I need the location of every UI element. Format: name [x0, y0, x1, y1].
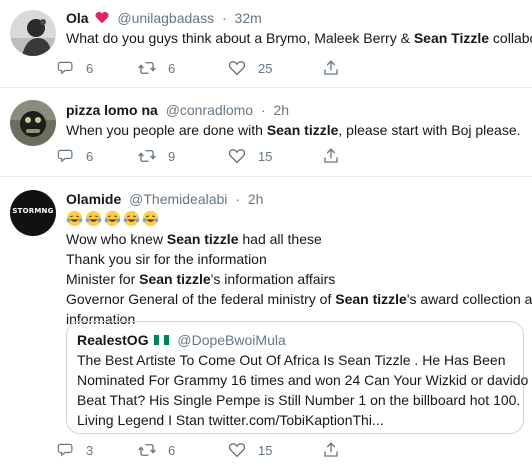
display-name[interactable]: Ola	[66, 10, 89, 26]
retweet-button[interactable]: 9	[138, 146, 175, 166]
like-count: 15	[258, 442, 273, 458]
tweet-2[interactable]: pizza lomo na @conradlomo · 2h When you …	[0, 88, 532, 177]
laughing-tears-emoji-icon	[123, 210, 140, 227]
share-icon	[324, 60, 338, 75]
text-segment: Minister for	[66, 271, 140, 287]
avatar[interactable]	[10, 10, 56, 56]
tweet-1[interactable]: Ola @unilagbadass · 32m What do you guys…	[0, 0, 532, 88]
text-line: Minister for Sean tizzle's information a…	[66, 269, 522, 289]
highlighted-keyword: Sean Tizzle	[413, 30, 490, 46]
quoted-tweet-text: The Best Artiste To Come Out Of Africa I…	[77, 350, 529, 430]
share-button[interactable]	[322, 440, 340, 460]
retweet-button[interactable]: 6	[138, 58, 175, 78]
reply-count: 3	[86, 442, 94, 458]
like-button[interactable]: 15	[228, 440, 272, 460]
avatar[interactable]	[10, 100, 56, 146]
highlighted-keyword: Sean tizzle	[335, 291, 407, 307]
separator: ·	[235, 191, 240, 207]
quoted-display-name: RealestOG	[77, 332, 149, 348]
tweet-text: What do you guys think about a Brymo, Ma…	[66, 28, 532, 48]
laughing-tears-emoji-icon	[66, 210, 83, 227]
retweet-count: 9	[168, 148, 176, 164]
text-segment: When you people are done with	[66, 122, 267, 138]
like-count: 25	[258, 60, 273, 76]
retweet-icon	[138, 150, 156, 162]
reply-icon	[57, 149, 73, 163]
laughing-tears-emoji-icon	[104, 210, 121, 227]
reply-count: 6	[86, 60, 94, 76]
text-line: Thank you sir for the information	[66, 249, 522, 269]
reply-button[interactable]: 3	[56, 440, 93, 460]
text-segment: , please start with Boj please.	[338, 122, 521, 138]
avatar-logo-text: STORMNG	[12, 207, 54, 215]
display-name[interactable]: Olamide	[66, 191, 121, 207]
retweet-count: 6	[168, 60, 176, 76]
emoji-row	[66, 209, 522, 229]
like-button[interactable]: 25	[228, 58, 272, 78]
heart-icon	[228, 443, 246, 458]
quoted-tweet[interactable]: RealestOG @DopeBwoiMula The Best Artiste…	[66, 321, 529, 434]
quoted-user-handle: @DopeBwoiMula	[177, 332, 286, 348]
highlighted-keyword: Sean tizzle	[166, 231, 239, 247]
reply-icon	[57, 61, 73, 75]
share-button[interactable]	[322, 58, 340, 78]
user-handle[interactable]: @unilagbadass	[117, 10, 214, 26]
quoted-tweet-header: RealestOG @DopeBwoiMula	[77, 330, 513, 350]
timeline: Ola @unilagbadass · 32m What do you guys…	[0, 0, 532, 469]
laughing-tears-emoji-icon	[85, 210, 102, 227]
timestamp[interactable]: 2h	[274, 102, 290, 118]
user-handle[interactable]: @Themidealabi	[129, 191, 227, 207]
text-line: Governor General of the federal ministry…	[66, 289, 532, 309]
retweet-count: 6	[168, 442, 176, 458]
tweet-header: Ola @unilagbadass · 32m	[66, 8, 522, 28]
laughing-tears-emoji-icon	[142, 210, 159, 227]
highlighted-keyword: Sean tizzle	[139, 271, 211, 287]
user-handle[interactable]: @conradlomo	[166, 102, 253, 118]
share-icon	[324, 442, 338, 457]
text-segment: had all these	[238, 231, 322, 247]
quoted-text-line: Living Legend I Stan twitter.com/TobiKap…	[77, 412, 384, 428]
retweet-button[interactable]: 6	[138, 440, 175, 460]
like-button[interactable]: 15	[228, 146, 272, 166]
like-count: 15	[258, 148, 273, 164]
text-segment: 's award collection and	[406, 291, 532, 307]
retweet-icon	[138, 62, 156, 74]
reply-count: 6	[86, 148, 94, 164]
text-segment: collabo ??	[492, 30, 532, 46]
share-button[interactable]	[322, 146, 340, 166]
timestamp[interactable]: 32m	[235, 10, 262, 26]
retweet-icon	[138, 444, 156, 456]
timestamp[interactable]: 2h	[248, 191, 264, 207]
reply-button[interactable]: 6	[56, 58, 93, 78]
tweet-header: pizza lomo na @conradlomo · 2h	[66, 100, 522, 120]
share-icon	[324, 148, 338, 163]
quoted-text-line: Beat That? His Single Pempe is Still Num…	[77, 392, 521, 408]
reply-button[interactable]: 6	[56, 146, 93, 166]
quoted-text-line: Nominated For Grammy 16 times and won 24…	[77, 372, 529, 388]
highlighted-keyword: Sean tizzle	[266, 122, 339, 138]
heart-icon	[228, 149, 246, 164]
display-name[interactable]: pizza lomo na	[66, 102, 158, 118]
quoted-text-line: The Best Artiste To Come Out Of Africa I…	[77, 352, 506, 368]
tweet-3[interactable]: STORMNG Olamide @Themidealabi · 2h Wow w…	[0, 177, 532, 469]
avatar[interactable]: STORMNG	[10, 190, 56, 236]
tweet-actions: 6 9 15	[57, 146, 366, 166]
tweet-header: Olamide @Themidealabi · 2h	[66, 189, 522, 209]
text-segment: Thank you sir for the information	[66, 251, 267, 267]
nigeria-flag-icon	[154, 335, 170, 345]
reply-icon	[57, 443, 73, 457]
separator: ·	[221, 10, 227, 26]
text-line: Wow who knew Sean tizzle had all these	[66, 229, 522, 249]
tweet-text: When you people are done with Sean tizzl…	[66, 120, 522, 140]
separator: ·	[260, 102, 266, 118]
text-segment: Governor General of the federal ministry…	[66, 291, 336, 307]
text-segment: 's information affairs	[210, 271, 336, 287]
tweet-text: Wow who knew Sean tizzle had all these T…	[66, 229, 532, 329]
text-segment: Wow who knew	[66, 231, 167, 247]
red-heart-icon	[95, 11, 109, 24]
tweet-actions: 3 6 15	[57, 440, 366, 460]
tweet-actions: 6 6 25	[57, 58, 366, 78]
heart-icon	[228, 61, 246, 76]
text-segment: What do you guys think about a Brymo, Ma…	[66, 30, 414, 46]
